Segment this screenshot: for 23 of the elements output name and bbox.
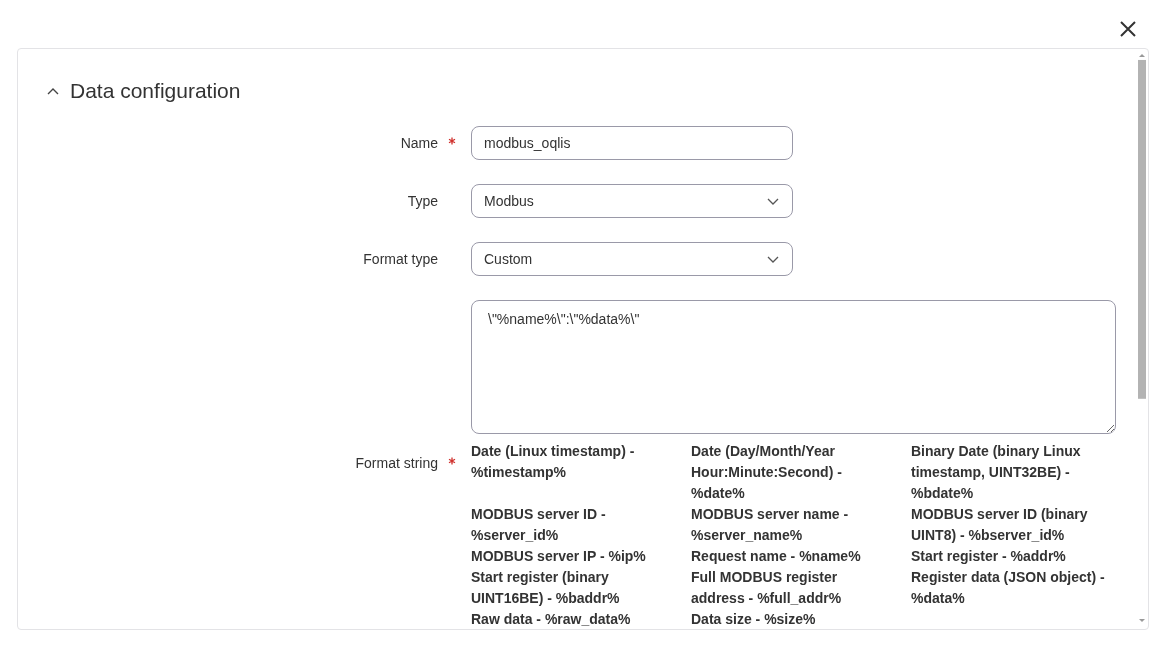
format-hint: Date (Day/Month/Year Hour:Minute:Second) - %date% bbox=[691, 442, 843, 503]
field-label: Name bbox=[400, 135, 438, 151]
format-hint: MODBUS server ID - %server_id% bbox=[471, 505, 607, 545]
format-hint: Binary Date (binary Linux timestamp, UINT32BE) - %bdate% bbox=[911, 442, 1082, 503]
format-hint: Data size - %size% bbox=[691, 610, 817, 629]
select-field[interactable]: Custom bbox=[471, 242, 793, 276]
format-hint: Start register (binary UINT16BE) - %baddr% bbox=[471, 568, 621, 608]
format-hint: MODBUS server IP - %ip% bbox=[471, 547, 647, 566]
format-hint: Start register - %addr% bbox=[911, 547, 1067, 566]
format-hint: MODBUS server name - %server_name% bbox=[691, 505, 850, 545]
format-hint: MODBUS server ID (binary UINT8) - %bserver_id% bbox=[911, 505, 1089, 545]
format-hint: Request name - %name% bbox=[691, 547, 862, 566]
field-label: Format type bbox=[363, 251, 438, 267]
format-hint: Full MODBUS register address - %full_addr% bbox=[691, 568, 843, 608]
field-label: Format string bbox=[355, 455, 438, 471]
select-field[interactable]: Modbus bbox=[471, 184, 793, 218]
section-toggle[interactable]: Data configuration bbox=[46, 79, 241, 103]
format-hint: Register data (JSON object) - %data% bbox=[911, 568, 1106, 608]
name-input[interactable]: modbus_oqlis bbox=[471, 126, 793, 160]
format-string-textarea[interactable]: \"%name%\":\"%data%\" bbox=[471, 300, 1116, 434]
format-hint: Date (Linux timestamp) - %timestamp% bbox=[471, 442, 636, 482]
format-hint: Raw data - %raw_data% bbox=[471, 610, 632, 629]
field-label: Type bbox=[407, 193, 438, 209]
